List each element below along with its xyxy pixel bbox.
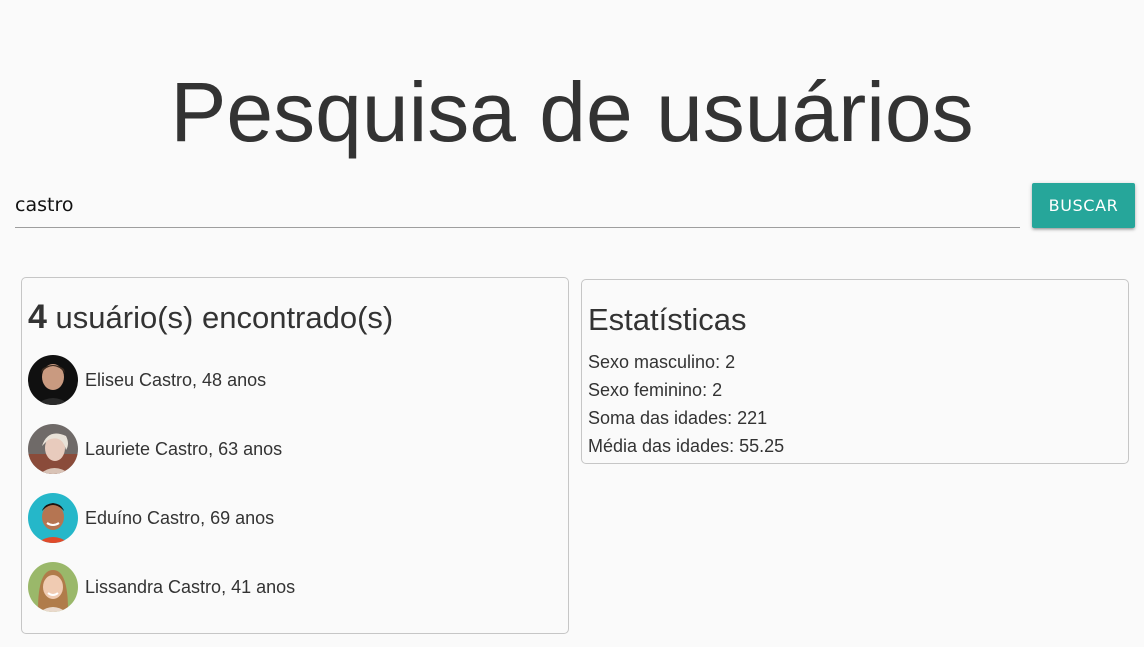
- user-name: Eduíno Castro, 69 anos: [85, 507, 275, 528]
- statistics-title: Estatísticas: [588, 302, 747, 337]
- avatar: [28, 424, 78, 474]
- avatar: [28, 493, 78, 543]
- stat-age-average: Média das idades: 55.25: [588, 436, 785, 456]
- statistics-card: Estatísticas Sexo masculino: 2 Sexo femi…: [581, 279, 1129, 464]
- page-title: Pesquisa de usuários: [170, 65, 974, 160]
- user-name: Eliseu Castro, 48 anos: [85, 369, 267, 390]
- avatar: [28, 562, 78, 612]
- search-input[interactable]: [15, 182, 1020, 228]
- stat-female: Sexo feminino: 2: [588, 380, 723, 400]
- statistics-list: Sexo masculino: 2 Sexo feminino: 2 Soma …: [588, 348, 784, 460]
- stat-male: Sexo masculino: 2: [588, 352, 736, 372]
- avatar: [28, 355, 78, 405]
- results-heading: 4 usuário(s) encontrado(s): [28, 295, 393, 340]
- user-name: Lauriete Castro, 63 anos: [85, 438, 283, 459]
- page: Pesquisa de usuários BUSCAR 4 usuário(s)…: [0, 0, 1144, 647]
- user-name: Lissandra Castro, 41 anos: [85, 576, 296, 597]
- list-item: Eduíno Castro, 69 anos: [28, 492, 274, 544]
- results-label: usuário(s) encontrado(s): [55, 300, 394, 335]
- users-card: 4 usuário(s) encontrado(s) Eliseu Castro…: [21, 277, 569, 634]
- list-item: Lauriete Castro, 63 anos: [28, 423, 282, 475]
- search-button[interactable]: BUSCAR: [1032, 183, 1135, 228]
- list-item: Lissandra Castro, 41 anos: [28, 561, 295, 613]
- stat-age-sum: Soma das idades: 221: [588, 408, 768, 428]
- results-count: 4: [28, 298, 47, 336]
- list-item: Eliseu Castro, 48 anos: [28, 354, 266, 406]
